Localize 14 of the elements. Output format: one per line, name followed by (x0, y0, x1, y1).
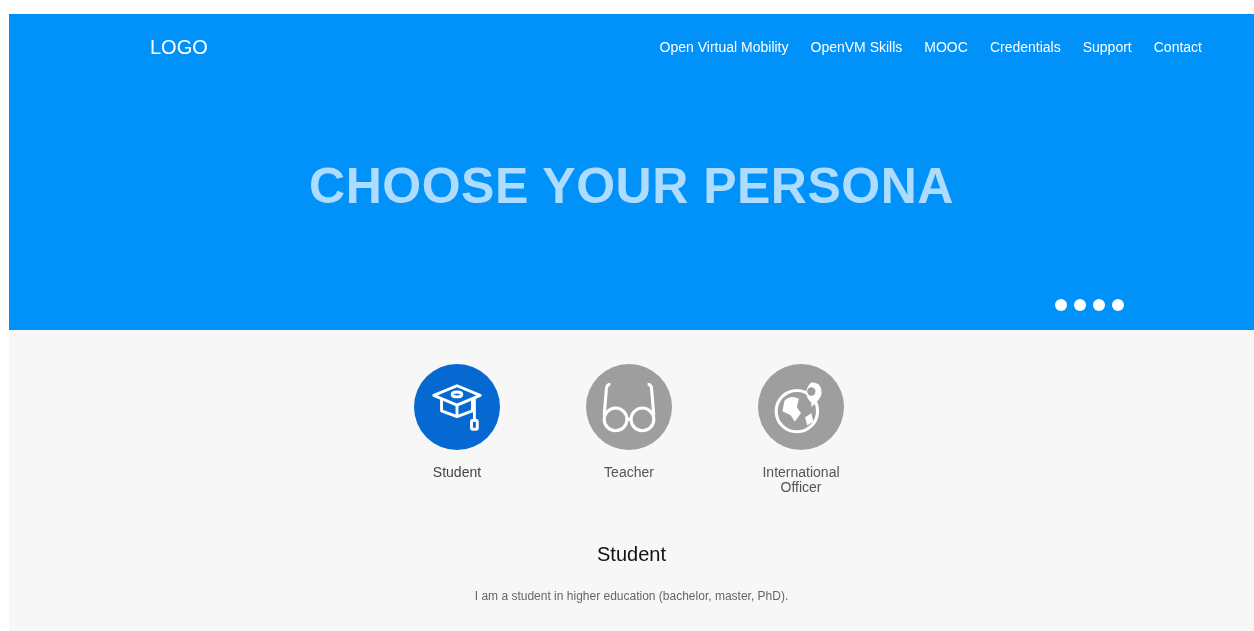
persona-option[interactable]: Student (371, 364, 543, 495)
nav-link[interactable]: OpenVM Skills (810, 37, 903, 58)
nav-link[interactable]: Support (1082, 37, 1132, 58)
hero-title: CHOOSE YOUR PERSONA (308, 157, 955, 216)
logo[interactable]: LOGO (150, 32, 208, 62)
persona-option[interactable]: International Officer (715, 364, 887, 495)
persona-title: Student (597, 542, 666, 567)
nav-link[interactable]: Contact (1153, 37, 1202, 58)
nav-link[interactable]: Open Virtual Mobility (659, 37, 789, 58)
nav-link[interactable]: Credentials (989, 37, 1061, 58)
carousel-dots-icon[interactable] (1055, 299, 1124, 311)
persona-option[interactable]: Teacher (543, 364, 715, 495)
persona-description: I am a student in higher education (bachelor, master, PhD). (474, 588, 789, 605)
nav-link[interactable]: MOOC (924, 37, 968, 58)
